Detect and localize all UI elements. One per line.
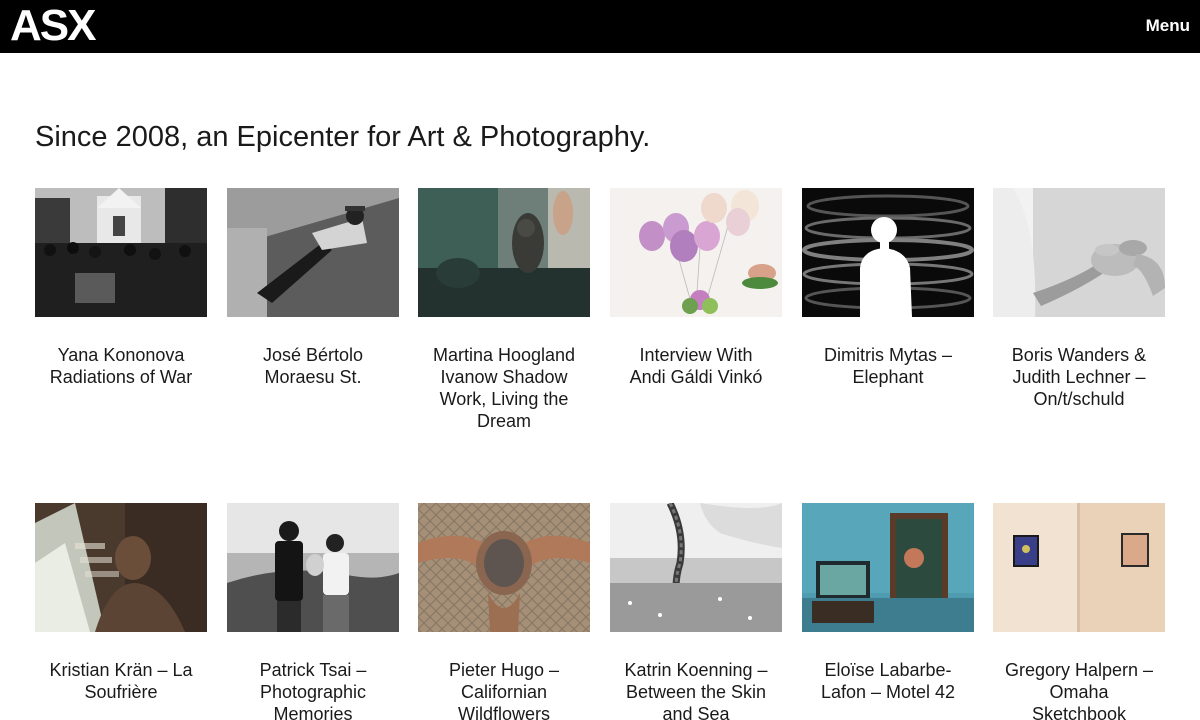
article-card[interactable]: Interview With Andi Gáldi Vinkó — [610, 188, 782, 388]
article-title[interactable]: Pieter Hugo – Californian Wildflowers — [429, 659, 579, 720]
article-title[interactable]: Interview With Andi Gáldi Vinkó — [621, 344, 771, 388]
braid-grass-photo — [610, 503, 782, 632]
article-thumbnail[interactable] — [993, 188, 1165, 317]
silhouette-spiral-photo — [802, 188, 974, 317]
article-title[interactable]: Katrin Koenning – Between the Skin and S… — [621, 659, 771, 720]
tattooed-head-photo — [418, 503, 590, 632]
article-thumbnail[interactable] — [802, 188, 974, 317]
article-thumbnail[interactable] — [993, 503, 1165, 632]
article-grid: Yana Kononova Radiations of War José Bér… — [0, 0, 1200, 720]
article-card[interactable]: Dimitris Mytas – Elephant — [802, 188, 974, 388]
motel-room-photo — [802, 503, 974, 632]
article-title[interactable]: Martina Hoogland Ivanow Shadow Work, Liv… — [429, 344, 579, 432]
article-card[interactable]: Eloïse Labarbe-Lafon – Motel 42 — [802, 503, 974, 703]
article-card[interactable]: Gregory Halpern – Omaha Sketchbook — [993, 503, 1165, 720]
article-title[interactable]: José Bértolo Moraesu St. — [238, 344, 388, 388]
article-thumbnail[interactable] — [610, 503, 782, 632]
article-card[interactable]: Yana Kononova Radiations of War — [35, 188, 207, 388]
portrait-light-leak-photo — [35, 503, 207, 632]
article-thumbnail[interactable] — [35, 503, 207, 632]
article-title[interactable]: Eloïse Labarbe-Lafon – Motel 42 — [813, 659, 963, 703]
article-title[interactable]: Dimitris Mytas – Elephant — [813, 344, 963, 388]
article-card[interactable]: Martina Hoogland Ivanow Shadow Work, Liv… — [418, 188, 590, 432]
article-thumbnail[interactable] — [610, 188, 782, 317]
figures-window-photo — [418, 188, 590, 317]
man-lying-grass-photo — [227, 188, 399, 317]
article-thumbnail[interactable] — [35, 188, 207, 317]
article-title[interactable]: Patrick Tsai – Photographic Memories — [238, 659, 388, 720]
article-card[interactable]: Patrick Tsai – Photographic Memories — [227, 503, 399, 720]
article-title[interactable]: Yana Kononova Radiations of War — [46, 344, 196, 388]
article-thumbnail[interactable] — [227, 503, 399, 632]
article-card[interactable]: Pieter Hugo – Californian Wildflowers — [418, 503, 590, 720]
article-card[interactable]: José Bértolo Moraesu St. — [227, 188, 399, 388]
crowd-church-photo — [35, 188, 207, 317]
gallery-wall-photo — [993, 503, 1165, 632]
article-card[interactable]: Kristian Krän – La Soufrière — [35, 503, 207, 703]
article-thumbnail[interactable] — [802, 503, 974, 632]
clasped-hands-photo — [993, 188, 1165, 317]
article-thumbnail[interactable] — [418, 503, 590, 632]
article-title[interactable]: Boris Wanders & Judith Lechner – On/t/sc… — [1004, 344, 1154, 410]
article-card[interactable]: Boris Wanders & Judith Lechner – On/t/sc… — [993, 188, 1165, 410]
article-title[interactable]: Kristian Krän – La Soufrière — [46, 659, 196, 703]
article-thumbnail[interactable] — [227, 188, 399, 317]
pink-balloons-photo — [610, 188, 782, 317]
couple-overlook-photo — [227, 503, 399, 632]
article-thumbnail[interactable] — [418, 188, 590, 317]
article-title[interactable]: Gregory Halpern – Omaha Sketchbook — [1004, 659, 1154, 720]
article-card[interactable]: Katrin Koenning – Between the Skin and S… — [610, 503, 782, 720]
